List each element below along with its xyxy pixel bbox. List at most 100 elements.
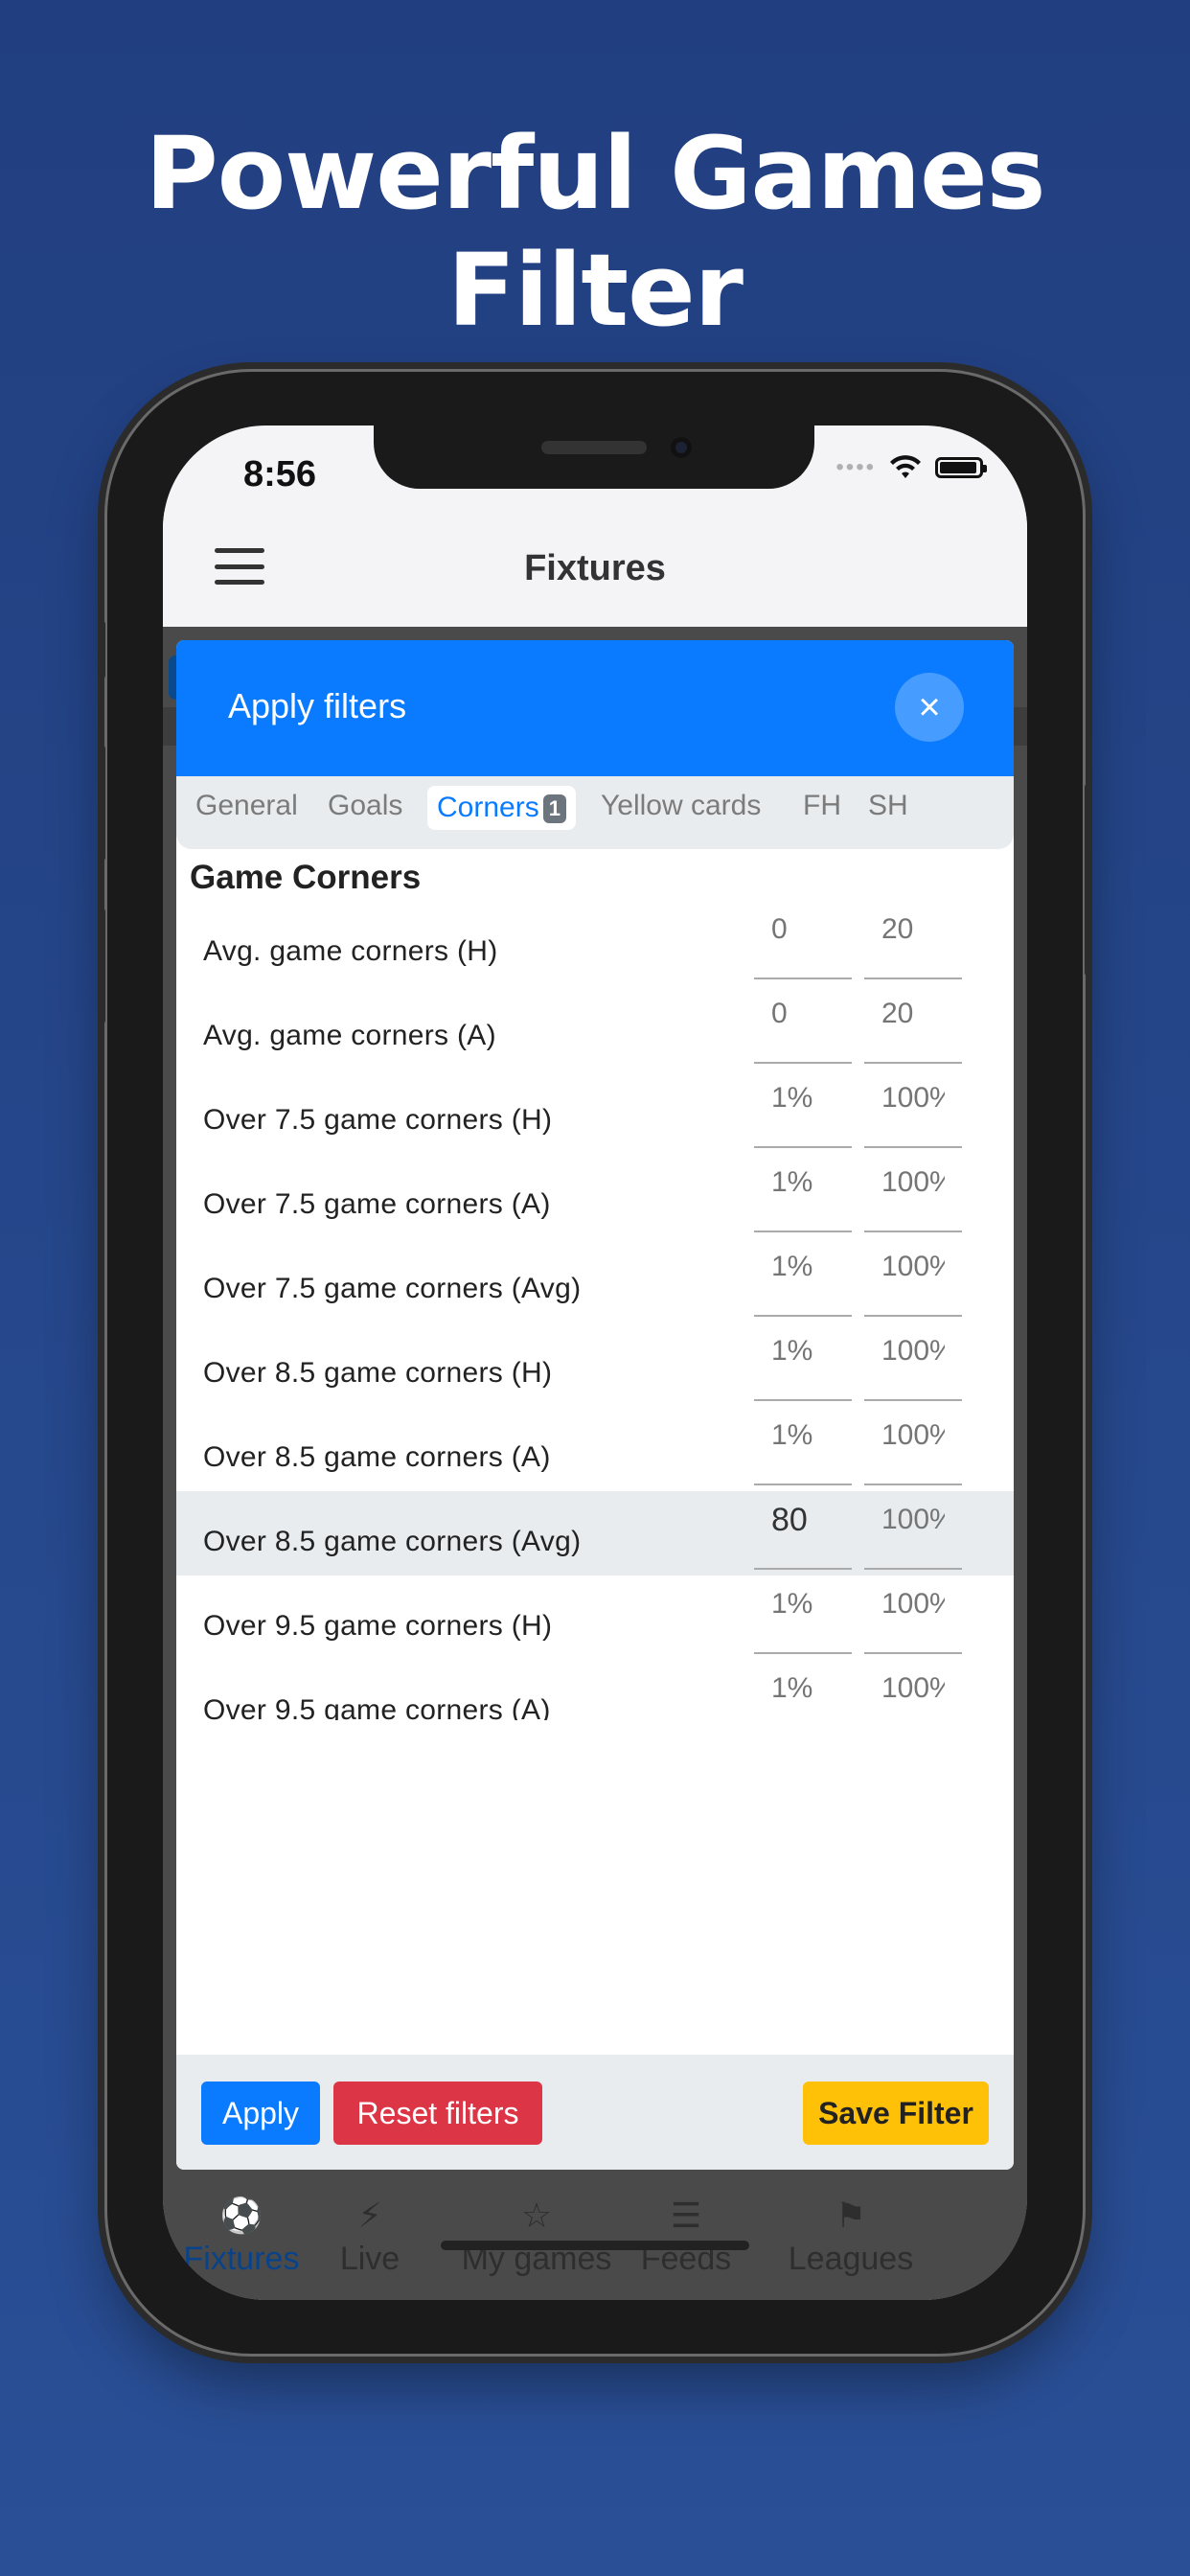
tab-label: Live <box>339 2241 400 2277</box>
min-input[interactable] <box>754 1332 852 1370</box>
filter-row: Over 8.5 game corners (A) <box>176 1407 1014 1491</box>
filter-row: Over 9.5 game corners (A) <box>176 1660 1014 1720</box>
min-input[interactable] <box>754 1501 852 1539</box>
min-field <box>754 1660 852 1720</box>
min-field <box>754 1576 852 1654</box>
filter-row: Over 9.5 game corners (H) <box>176 1576 1014 1660</box>
section-title: Game Corners <box>190 859 422 896</box>
filter-row: Avg. game corners (H) <box>176 901 1014 985</box>
modal-footer: Apply Reset filters Save Filter <box>176 2055 1014 2170</box>
headline: Powerful Games Filter <box>145 115 1045 349</box>
tab-corners-label: Corners <box>437 792 539 823</box>
tab-leagues[interactable]: ⚑ Leagues <box>774 2195 927 2278</box>
filter-row-label: Over 7.5 game corners (A) <box>203 1188 551 1220</box>
filter-row: Avg. game corners (A) <box>176 985 1014 1070</box>
filter-row: Over 8.5 game corners (H) <box>176 1322 1014 1407</box>
min-input[interactable] <box>754 1416 852 1455</box>
min-input[interactable] <box>754 1163 852 1202</box>
max-field <box>864 1576 962 1654</box>
filter-row-label: Over 8.5 game corners (Avg) <box>203 1526 582 1557</box>
max-field <box>864 1322 962 1401</box>
min-field <box>754 1322 852 1401</box>
tab-goals[interactable]: Goals <box>328 790 402 822</box>
max-input[interactable] <box>864 1248 962 1286</box>
max-input[interactable] <box>864 1501 962 1539</box>
page-title: Fixtures <box>524 548 666 588</box>
close-icon: × <box>918 686 941 728</box>
min-field <box>754 1154 852 1232</box>
modal-title: Apply filters <box>228 686 407 725</box>
camera-icon <box>671 437 692 458</box>
tab-corners[interactable]: Corners 1 <box>427 786 576 830</box>
star-icon: ☆ <box>520 2196 553 2235</box>
filter-row: Over 8.5 game corners (Avg) <box>176 1491 1014 1576</box>
min-field <box>754 1407 852 1485</box>
min-input[interactable] <box>754 1079 852 1117</box>
filter-row-label: Over 8.5 game corners (H) <box>203 1357 553 1389</box>
close-button[interactable]: × <box>895 673 964 742</box>
filter-row: Over 7.5 game corners (Avg) <box>176 1238 1014 1322</box>
tab-yellow-cards[interactable]: Yellow cards <box>601 790 761 822</box>
tab-fh[interactable]: FH <box>803 790 841 822</box>
phone-silent-switch <box>100 621 105 678</box>
tab-corners-badge: 1 <box>542 794 566 824</box>
filter-row: Over 7.5 game corners (A) <box>176 1154 1014 1238</box>
status-time: 8:56 <box>243 454 317 494</box>
max-input[interactable] <box>864 1669 962 1708</box>
home-indicator <box>441 2241 749 2250</box>
min-input[interactable] <box>754 995 852 1033</box>
flag-icon: ⚑ <box>835 2196 867 2235</box>
bottom-tab-bar: ⚽ Fixtures ⚡ Live ☆ My games ☰ Feeds ⚑ Leagues <box>163 2175 1027 2300</box>
phone-volume-up <box>100 746 105 861</box>
filter-row-label: Avg. game corners (A) <box>203 1020 496 1051</box>
battery-icon <box>935 457 987 478</box>
min-input[interactable] <box>754 1248 852 1286</box>
min-input[interactable] <box>754 1669 852 1708</box>
speaker <box>541 441 647 454</box>
filter-modal: Apply filters × General Goals Corners 1 Y… <box>176 640 1014 2170</box>
filter-tabs: General Goals Corners 1 Yellow cards FH S… <box>176 776 1014 849</box>
min-field <box>754 1238 852 1317</box>
phone-power-button <box>1085 784 1090 976</box>
max-input[interactable] <box>864 1079 962 1117</box>
cellular-signal-icon: •••• <box>835 454 876 480</box>
max-input[interactable] <box>864 1332 962 1370</box>
tab-sh[interactable]: SH <box>868 790 908 822</box>
filter-row-label: Over 9.5 game corners (A) <box>203 1694 551 1720</box>
tab-feeds[interactable]: ☰ Feeds <box>609 2195 763 2278</box>
tab-my-games[interactable]: ☆ My games <box>460 2195 613 2278</box>
phone-volume-down <box>100 908 105 1024</box>
min-field <box>754 1070 852 1148</box>
filter-row-label: Avg. game corners (H) <box>203 935 498 967</box>
wifi-icon <box>890 455 921 478</box>
max-field <box>864 985 962 1064</box>
filter-row: Over 7.5 game corners (H) <box>176 1070 1014 1154</box>
max-input[interactable] <box>864 1585 962 1623</box>
tab-live[interactable]: ⚡ Live <box>293 2195 446 2278</box>
max-field <box>864 1154 962 1232</box>
max-input[interactable] <box>864 910 962 949</box>
max-field <box>864 1238 962 1317</box>
max-input[interactable] <box>864 995 962 1033</box>
status-icons: •••• <box>835 454 987 481</box>
tab-general[interactable]: General <box>195 790 298 822</box>
max-field <box>864 1660 962 1720</box>
filter-row-label: Over 8.5 game corners (A) <box>203 1441 551 1473</box>
filter-row-label: Over 7.5 game corners (H) <box>203 1104 553 1136</box>
min-input[interactable] <box>754 910 852 949</box>
list-icon: ☰ <box>670 2196 702 2235</box>
modal-header: Apply filters × <box>176 640 1014 776</box>
save-filter-button[interactable]: Save Filter <box>803 2082 989 2145</box>
notch <box>374 426 814 489</box>
lightning-icon: ⚡ <box>357 2196 382 2235</box>
min-input[interactable] <box>754 1585 852 1623</box>
min-field <box>754 901 852 979</box>
filter-rows[interactable]: Avg. game corners (H) Avg. game corners (… <box>176 901 1014 1720</box>
reset-filters-button[interactable]: Reset filters <box>333 2082 542 2145</box>
apply-button[interactable]: Apply <box>201 2082 320 2145</box>
max-input[interactable] <box>864 1416 962 1455</box>
filter-row-label: Over 7.5 game corners (Avg) <box>203 1273 582 1304</box>
max-field <box>864 1491 962 1570</box>
max-field <box>864 1070 962 1148</box>
max-input[interactable] <box>864 1163 962 1202</box>
